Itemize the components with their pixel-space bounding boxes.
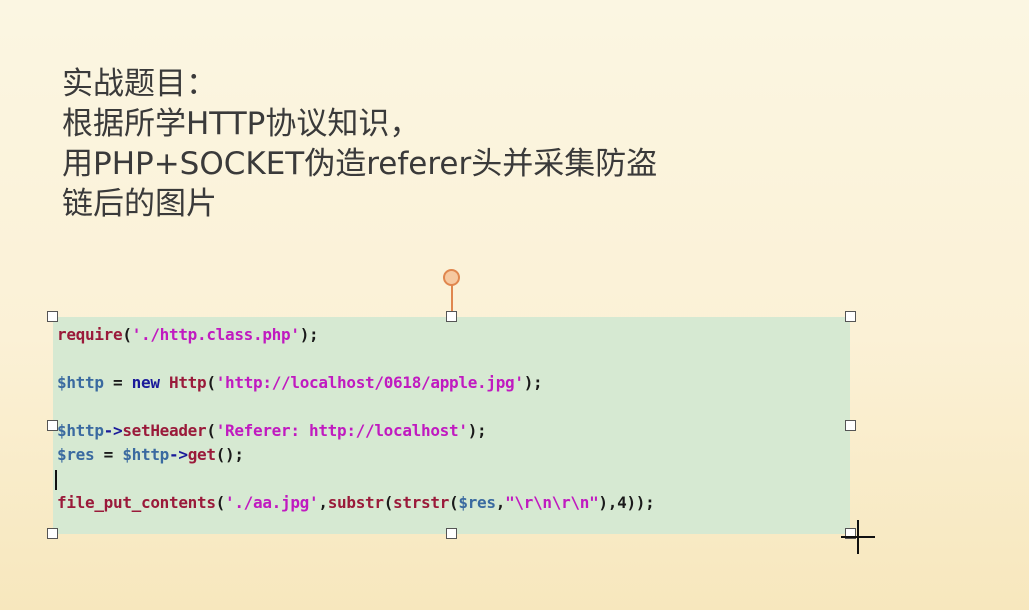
title-line-3: 用PHP+SOCKET伪造referer头并采集防盗: [62, 146, 658, 182]
code-token: (: [122, 325, 132, 344]
code-token: 'http://localhost/0618/apple.jpg': [215, 373, 524, 392]
resize-handle-bottom[interactable]: [446, 528, 457, 539]
code-token: ();: [215, 445, 244, 464]
code-line-5: file_put_contents('./aa.jpg',substr(strs…: [57, 491, 850, 515]
text-cursor: [55, 470, 57, 490]
code-token: );: [523, 373, 543, 392]
code-token: ,: [495, 493, 506, 512]
code-token: $http: [57, 373, 104, 392]
code-token: (: [206, 421, 216, 440]
slide-title[interactable]: 实战题目： 根据所学HTTP协议知识， 用PHP+SOCKET伪造referer…: [62, 64, 657, 224]
code-token: "\r\n\r\n": [505, 493, 599, 512]
code-token: Http: [169, 373, 207, 392]
code-token: ));: [626, 493, 655, 512]
title-line-4: 链后的图片: [62, 186, 217, 222]
resize-handle-top-right[interactable]: [845, 311, 856, 322]
code-token: setHeader: [122, 421, 207, 440]
code-line-1: require('./http.class.php');: [57, 323, 850, 347]
resize-handle-left[interactable]: [47, 420, 58, 431]
resize-handle-bottom-left[interactable]: [47, 528, 58, 539]
code-token: substr: [327, 493, 384, 512]
title-line-1: 实战题目：: [62, 66, 217, 102]
resize-handle-right[interactable]: [845, 420, 856, 431]
code-token: ,: [318, 493, 328, 512]
code-token: './http.class.php': [131, 325, 300, 344]
code-token: (: [449, 493, 459, 512]
code-token: );: [299, 325, 319, 344]
code-token: =: [103, 373, 132, 392]
code-token: ->: [169, 445, 188, 464]
code-token: './aa.jpg': [225, 493, 319, 512]
resize-handle-top[interactable]: [446, 311, 457, 322]
title-line-2: 根据所学HTTP协议知识，: [62, 106, 421, 142]
code-line-2: $http = new Http('http://localhost/0618/…: [57, 371, 850, 395]
code-line-4: $res = $http->get();: [57, 443, 850, 467]
code-token: new: [131, 373, 160, 392]
code-token: $res: [458, 493, 496, 512]
code-token: file_put_contents: [57, 493, 216, 512]
code-token: $res: [57, 445, 95, 464]
code-token: ->: [103, 421, 123, 440]
code-token: (: [383, 493, 394, 512]
code-token: );: [467, 421, 487, 440]
rotation-handle-stem: [451, 285, 453, 311]
resize-handle-top-left[interactable]: [47, 311, 58, 322]
code-token: $http: [57, 421, 104, 440]
code-token: strstr: [393, 493, 450, 512]
code-token: require: [57, 325, 123, 344]
code-textbox[interactable]: require('./http.class.php'); $http = new…: [53, 317, 850, 534]
code-token: ),: [598, 493, 618, 512]
crosshair-cursor-icon: [841, 520, 875, 554]
crosshair-vertical: [857, 520, 859, 554]
code-token: =: [94, 445, 123, 464]
code-token: get: [187, 445, 216, 464]
code-token: $http: [122, 445, 170, 464]
code-token: 'Referer: http://localhost': [215, 421, 468, 440]
code-token: (: [206, 373, 216, 392]
code-token: (: [215, 493, 226, 512]
code-line-3: $http->setHeader('Referer: http://localh…: [57, 419, 850, 443]
rotation-handle[interactable]: [443, 269, 460, 286]
